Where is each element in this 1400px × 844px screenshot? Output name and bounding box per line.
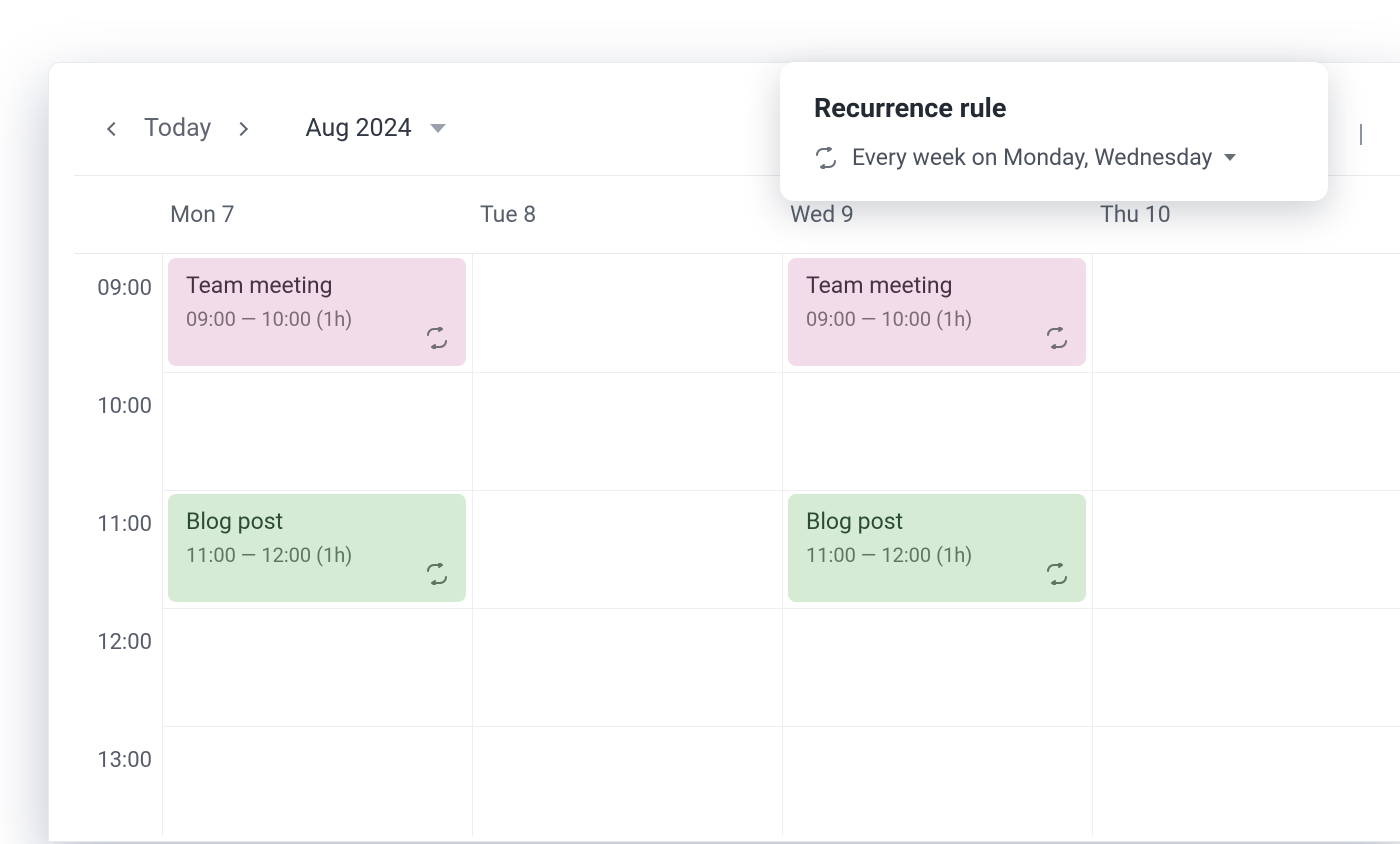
recurrence-popover: Recurrence rule Every week on Monday, We…	[780, 62, 1328, 201]
event-time: 09:00 — 10:00 (1h)	[186, 307, 448, 331]
event-title: Blog post	[806, 508, 1068, 535]
event-title: Team meeting	[186, 272, 448, 299]
event-title: Team meeting	[806, 272, 1068, 299]
chevron-right-icon	[234, 121, 248, 135]
recurring-icon	[1044, 326, 1070, 350]
recurring-icon	[1044, 562, 1070, 586]
view-dropdown[interactable]	[1360, 124, 1362, 143]
grid-line	[162, 490, 1400, 491]
month-picker[interactable]: Aug 2024	[305, 114, 445, 143]
event-time: 11:00 — 12:00 (1h)	[806, 543, 1068, 567]
event-card[interactable]: Team meeting 09:00 — 10:00 (1h)	[168, 258, 466, 366]
time-label: 11:00	[74, 490, 162, 608]
time-label: 13:00	[74, 726, 162, 844]
today-button[interactable]: Today	[144, 114, 211, 143]
event-time: 09:00 — 10:00 (1h)	[806, 307, 1068, 331]
day-header: Mon 7	[162, 201, 472, 228]
time-label: 10:00	[74, 372, 162, 490]
event-card[interactable]: Blog post 11:00 — 12:00 (1h)	[788, 494, 1086, 602]
grid-line	[472, 254, 473, 836]
day-header: Tue 8	[472, 201, 782, 228]
time-column: 09:00 10:00 11:00 12:00 13:00	[74, 254, 162, 844]
grid-line	[162, 372, 1400, 373]
recurring-icon	[814, 147, 852, 169]
time-label: 09:00	[74, 254, 162, 372]
chevron-down-icon	[430, 124, 446, 133]
grid-line	[162, 726, 1400, 727]
event-title: Blog post	[186, 508, 448, 535]
chevron-down-icon	[1360, 124, 1362, 145]
recurring-icon	[424, 562, 450, 586]
grid-line	[782, 254, 783, 836]
grid-line	[162, 254, 163, 836]
day-header: Thu 10	[1092, 201, 1400, 228]
recurring-icon	[424, 326, 450, 350]
caret-down-icon	[1224, 154, 1236, 161]
next-button[interactable]	[223, 109, 259, 149]
month-label: Aug 2024	[305, 114, 411, 143]
grid-line	[162, 608, 1400, 609]
recurrence-rule-text: Every week on Monday, Wednesday	[852, 144, 1212, 171]
prev-button[interactable]	[96, 109, 132, 149]
grid-line	[1092, 254, 1093, 836]
day-header: Wed 9	[782, 201, 1092, 228]
event-card[interactable]: Team meeting 09:00 — 10:00 (1h)	[788, 258, 1086, 366]
popover-title: Recurrence rule	[814, 92, 1294, 124]
time-label: 12:00	[74, 608, 162, 726]
event-time: 11:00 — 12:00 (1h)	[186, 543, 448, 567]
recurrence-rule-select[interactable]: Every week on Monday, Wednesday	[814, 144, 1294, 171]
event-card[interactable]: Blog post 11:00 — 12:00 (1h)	[168, 494, 466, 602]
chevron-left-icon	[107, 121, 121, 135]
